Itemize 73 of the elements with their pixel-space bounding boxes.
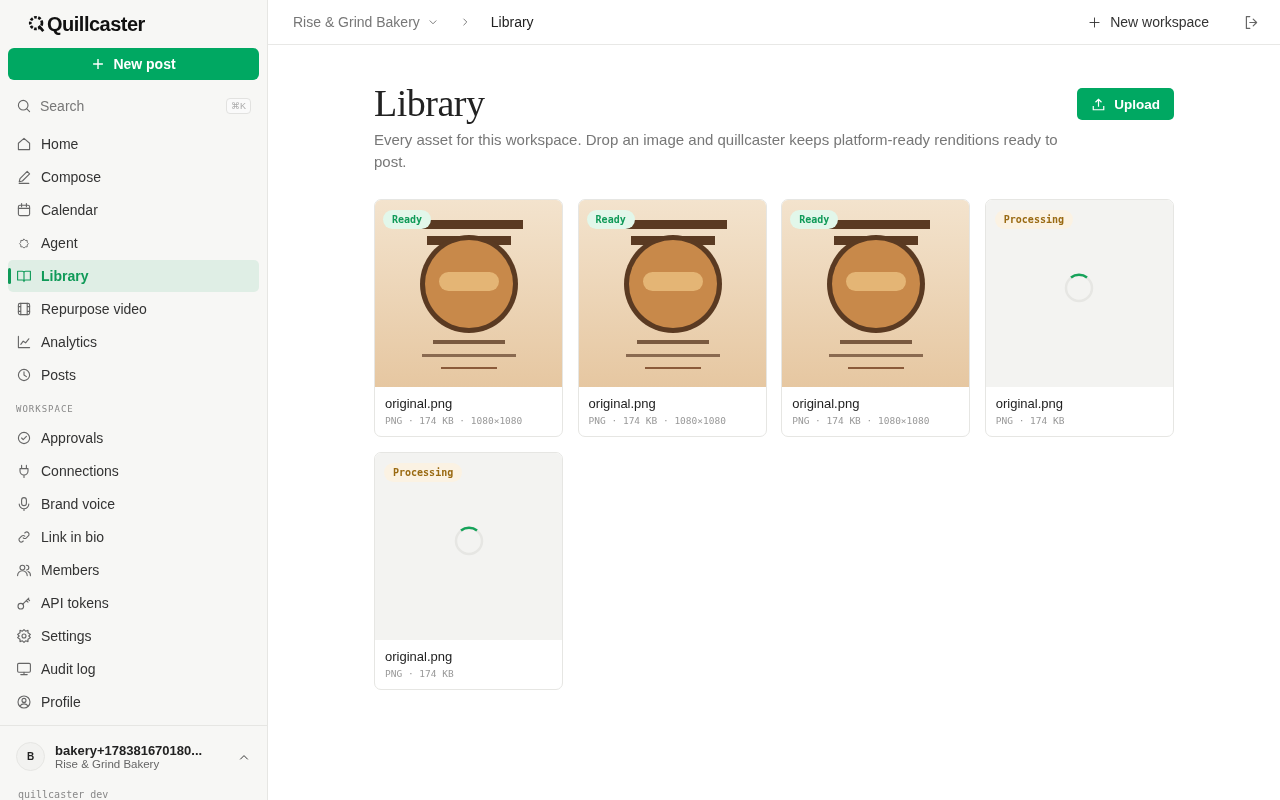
loading-spinner-icon [452, 524, 485, 557]
logo: Quillcaster [47, 12, 145, 36]
search-icon [16, 98, 32, 114]
shortcut-badge: ⌘K [226, 98, 251, 114]
status-badge: Ready [586, 210, 635, 229]
nav-item[interactable]: Repurpose video [8, 293, 259, 325]
nav-item[interactable]: Settings [8, 620, 259, 652]
section-label: WORKSPACE [15, 403, 75, 416]
nav-item[interactable]: Agent [8, 227, 259, 259]
page-description: Every asset for this workspace. Drop an image and quillcaster keeps platform-ready renditions ready to post. [374, 130, 1059, 172]
nav-icon [16, 268, 32, 284]
asset-card[interactable]: Ready original.png PNG · 174 KB · 1080×1080 [374, 199, 563, 437]
file-name: original.png [995, 396, 1064, 411]
nav-item[interactable]: Profile [8, 686, 259, 718]
asset-card[interactable]: Processing original.png PNG · 174 KB [984, 199, 1174, 437]
status-badge: Ready [383, 210, 432, 229]
asset-card[interactable]: Ready original.png PNG · 174 KB · 1080×1080 [781, 199, 971, 437]
nav-item[interactable]: Calendar [8, 194, 259, 226]
nav-item[interactable]: API tokens [8, 587, 259, 619]
account-name: bakery+178381670180... [55, 743, 204, 758]
workspace-switcher[interactable]: Rise & Grind Bakery [293, 14, 439, 30]
logo-icon [28, 15, 46, 33]
nav-icon [16, 694, 32, 710]
page-title: Library [374, 81, 486, 125]
new-workspace-button[interactable]: New workspace [1082, 13, 1215, 31]
nav-item[interactable]: Audit log [8, 653, 259, 685]
loading-spinner-icon [1063, 271, 1096, 304]
nav-item[interactable]: Home [8, 128, 259, 160]
plus-icon [1088, 15, 1102, 29]
nav-item[interactable]: Brand voice [8, 488, 259, 520]
nav-item[interactable]: Members [8, 554, 259, 586]
nav-item[interactable]: Link in bio [8, 521, 259, 553]
nav-icon [16, 334, 32, 350]
nav-icon [16, 367, 32, 383]
nav-icon [16, 169, 32, 185]
nav-item[interactable]: Analytics [8, 326, 259, 358]
status-badge: Processing [994, 210, 1073, 229]
file-meta: PNG · 174 KB · 1080×1080 [385, 415, 524, 426]
file-name: original.png [385, 396, 454, 411]
nav-item[interactable]: Connections [8, 455, 259, 487]
file-name: original.png [385, 649, 454, 664]
logout-icon[interactable] [1243, 13, 1260, 31]
nav-icon [16, 562, 32, 578]
file-meta: PNG · 174 KB [385, 668, 455, 679]
file-name: original.png [792, 396, 861, 411]
plus-icon [91, 57, 106, 71]
nav-icon [16, 496, 32, 512]
asset-card[interactable]: Ready original.png PNG · 174 KB · 1080×1080 [577, 199, 767, 437]
file-meta: PNG · 174 KB · 1080×1080 [792, 415, 931, 426]
version-label: quillcaster dev [17, 788, 110, 800]
breadcrumb-current: Library [490, 14, 534, 30]
file-meta: PNG · 174 KB [995, 415, 1066, 426]
nav-icon [16, 136, 32, 152]
nav-icon [16, 202, 32, 218]
nav-item[interactable]: Posts [8, 359, 259, 391]
avatar: B [16, 742, 45, 771]
file-meta: PNG · 174 KB · 1080×1080 [588, 415, 727, 426]
nav-icon [16, 463, 32, 479]
nav-icon [16, 628, 32, 644]
nav-item[interactable]: Approvals [8, 422, 259, 454]
nav-icon [16, 529, 32, 545]
status-badge: Ready [790, 210, 839, 229]
file-name: original.png [588, 396, 657, 411]
account-workspace: Rise & Grind Bakery [55, 758, 161, 770]
nav-icon [16, 301, 32, 317]
status-badge: Processing [384, 463, 463, 482]
nav-icon [16, 661, 32, 677]
upload-icon [1091, 96, 1107, 112]
nav-icon [16, 595, 32, 611]
search-field[interactable]: Search [40, 98, 218, 114]
asset-card[interactable]: Processing original.png PNG · 174 KB [374, 452, 563, 690]
nav-icon [16, 430, 32, 446]
nav-item[interactable]: Compose [8, 161, 259, 193]
